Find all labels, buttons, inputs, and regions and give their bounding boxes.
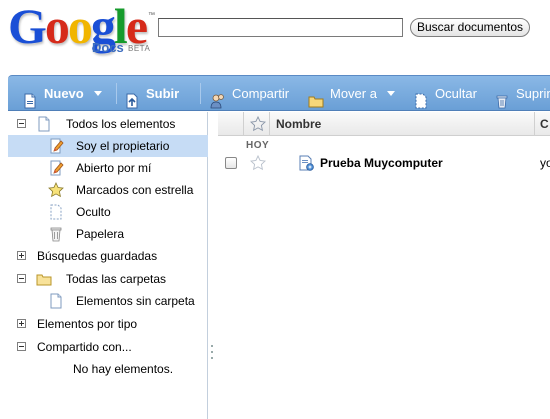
google-docs-logo[interactable]: Google ™ Docs BETA bbox=[8, 0, 158, 62]
document-title-link[interactable]: Prueba Muycomputer bbox=[320, 156, 443, 170]
upload-button[interactable]: Subir bbox=[124, 76, 180, 110]
document-icon bbox=[36, 116, 52, 132]
sidebar-item-no-folder[interactable]: Elementos sin carpeta bbox=[8, 290, 208, 312]
sidebar-item-opened-by-me[interactable]: Abierto por mí bbox=[8, 157, 208, 179]
sidebar-item-by-type[interactable]: Elementos por tipo bbox=[8, 313, 208, 335]
empty-message-text: No hay elementos. bbox=[73, 362, 174, 376]
sidebar-item-label: Oculto bbox=[76, 205, 111, 219]
column-name-header[interactable]: Nombre bbox=[276, 117, 321, 131]
sidebar-item-label: Soy el propietario bbox=[76, 139, 170, 153]
sidebar-tree: Todos los elementos Soy el propietario A… bbox=[8, 112, 208, 419]
logo-product-name: Docs bbox=[92, 40, 124, 55]
star-toggle-icon[interactable] bbox=[249, 154, 267, 171]
share-button[interactable]: Compartir bbox=[210, 76, 290, 110]
pencil-document-icon bbox=[48, 160, 64, 176]
delete-button[interactable]: Suprimir bbox=[494, 76, 550, 110]
sidebar-item-label: Todos los elementos bbox=[66, 117, 176, 131]
new-button-label: Nuevo bbox=[44, 86, 84, 101]
column-header: Nombre C bbox=[218, 112, 550, 136]
hidden-document-icon bbox=[413, 86, 429, 108]
sidebar-item-shared-with[interactable]: Compartido con... bbox=[8, 336, 208, 358]
column-divider bbox=[243, 112, 244, 136]
trash-icon bbox=[48, 226, 64, 242]
hide-button[interactable]: Ocultar bbox=[413, 76, 477, 110]
expand-toggle-icon[interactable] bbox=[17, 319, 26, 328]
toolbar: Nuevo Subir Compartir Mover a Ocultar Su… bbox=[8, 75, 550, 111]
sidebar-item-label: Búsquedas guardadas bbox=[37, 249, 158, 263]
table-row[interactable]: Prueba Muycomputer yo bbox=[218, 152, 550, 174]
shared-document-icon bbox=[298, 155, 314, 171]
hidden-document-icon bbox=[48, 204, 64, 220]
collapse-toggle-icon[interactable] bbox=[17, 119, 26, 128]
folder-icon bbox=[308, 86, 324, 107]
column-divider bbox=[269, 112, 270, 136]
collapse-toggle-icon[interactable] bbox=[17, 274, 26, 283]
column-next-header[interactable]: C bbox=[540, 117, 549, 131]
splitter-handle[interactable] bbox=[211, 345, 214, 367]
document-owner: yo bbox=[540, 156, 550, 170]
sidebar-item-owned-by-me[interactable]: Soy el propietario bbox=[8, 135, 208, 157]
search-documents-button[interactable]: Buscar documentos bbox=[410, 18, 530, 37]
share-people-icon bbox=[210, 86, 226, 108]
sidebar-empty-message: No hay elementos. bbox=[8, 358, 208, 380]
document-list: Nombre C HOY Prueba Muycomputer yo bbox=[218, 112, 550, 419]
sidebar-item-label: Papelera bbox=[76, 227, 125, 241]
logo-trademark: ™ bbox=[148, 12, 155, 19]
new-document-icon bbox=[22, 86, 38, 108]
sidebar-item-label: Elementos sin carpeta bbox=[76, 294, 195, 308]
sidebar-item-hidden[interactable]: Oculto bbox=[8, 201, 208, 223]
sidebar-item-label: Elementos por tipo bbox=[37, 317, 138, 331]
move-to-button-label: Mover a bbox=[330, 86, 377, 101]
document-icon bbox=[48, 293, 64, 309]
delete-button-label: Suprimir bbox=[516, 86, 550, 101]
star-column-icon[interactable] bbox=[249, 115, 267, 132]
row-checkbox[interactable] bbox=[225, 157, 237, 169]
logo-beta-badge: BETA bbox=[128, 44, 151, 53]
chevron-down-icon bbox=[386, 91, 395, 96]
date-group-label: HOY bbox=[246, 140, 270, 151]
sidebar-item-label: Todas las carpetas bbox=[66, 272, 167, 286]
toolbar-divider bbox=[116, 83, 117, 104]
expand-toggle-icon[interactable] bbox=[17, 251, 26, 260]
upload-icon bbox=[124, 86, 140, 108]
sidebar-item-all-items[interactable]: Todos los elementos bbox=[8, 113, 208, 135]
folder-icon bbox=[36, 271, 52, 287]
sidebar-item-saved-searches[interactable]: Búsquedas guardadas bbox=[8, 245, 208, 267]
hide-button-label: Ocultar bbox=[435, 86, 477, 101]
toolbar-divider bbox=[200, 83, 201, 104]
logo-wordmark: Google bbox=[8, 0, 148, 54]
share-button-label: Compartir bbox=[232, 86, 290, 101]
sidebar-item-trash[interactable]: Papelera bbox=[8, 223, 208, 245]
sidebar-item-label: Marcados con estrella bbox=[76, 183, 194, 197]
column-divider bbox=[534, 112, 535, 136]
sidebar-item-label: Compartido con... bbox=[37, 340, 132, 354]
search-input[interactable] bbox=[158, 18, 403, 37]
new-button[interactable]: Nuevo bbox=[22, 76, 102, 110]
trash-icon bbox=[494, 86, 510, 108]
pencil-document-icon bbox=[48, 138, 64, 154]
sidebar-item-label: Abierto por mí bbox=[76, 161, 152, 175]
star-icon bbox=[48, 182, 64, 198]
collapse-toggle-icon[interactable] bbox=[17, 342, 26, 351]
upload-button-label: Subir bbox=[146, 86, 180, 101]
sidebar-item-all-folders[interactable]: Todas las carpetas bbox=[8, 268, 208, 290]
header: Google ™ Docs BETA Buscar documentos bbox=[0, 0, 550, 75]
sidebar-item-starred[interactable]: Marcados con estrella bbox=[8, 179, 208, 201]
chevron-down-icon bbox=[93, 91, 102, 96]
move-to-button[interactable]: Mover a bbox=[308, 76, 395, 110]
